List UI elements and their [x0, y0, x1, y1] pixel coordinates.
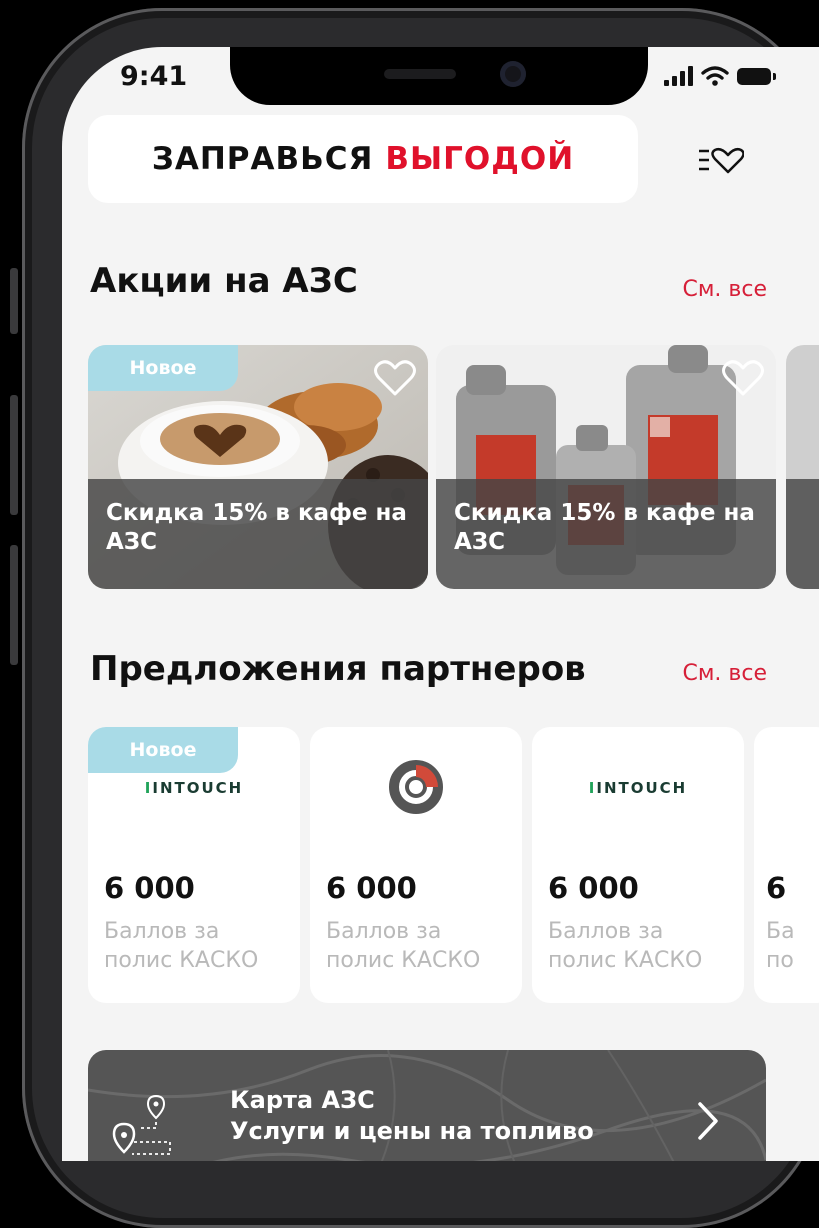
partner-card[interactable]: IINTOUCH 6 000 Баллов за полис КАСКО — [532, 727, 744, 1003]
partners-see-all-link[interactable]: См. все — [682, 661, 767, 686]
partner-card[interactable]: 6 000 Баллов за полис КАСКО — [310, 727, 522, 1003]
front-camera — [500, 61, 526, 87]
promotions-see-all-link[interactable]: См. все — [682, 277, 767, 302]
status-time: 9:41 — [120, 61, 188, 92]
partner-points: 6 — [766, 871, 787, 905]
partner-points: 6 000 — [326, 871, 417, 905]
partner-card-partial[interactable]: 6 Ба по — [754, 727, 819, 1003]
promo-caption: Скидка 15% в кафе на АЗС — [88, 479, 428, 589]
heart-icon[interactable] — [374, 359, 416, 397]
promo-caption-text: Скидка 15% в кафе на АЗС — [454, 500, 755, 555]
wifi-icon — [701, 66, 729, 86]
promo-caption: Скидка 15% в кафе на АЗС — [436, 479, 776, 589]
heart-icon[interactable] — [722, 359, 764, 397]
side-button-volume-up — [10, 395, 18, 515]
map-banner-subtitle: Услуги и цены на топливо — [230, 1117, 594, 1145]
map-banner[interactable]: Карта АЗС Услуги и цены на топливо — [88, 1050, 766, 1161]
logo-part-2: ВЫГОДОЙ — [385, 141, 575, 177]
partner-description: Баллов за полис КАСКО — [548, 919, 703, 973]
partner-ring-logo — [389, 760, 443, 814]
chevron-right-icon — [698, 1102, 718, 1140]
status-icons — [664, 65, 776, 87]
side-button-mute — [10, 268, 18, 334]
promo-card-motor-oil[interactable]: Скидка 15% в кафе на АЗС — [436, 345, 776, 589]
partners-title: Предложения партнеров — [90, 649, 586, 689]
promotions-title: Акции на АЗС — [90, 261, 358, 301]
intouch-logo: IINTOUCH — [588, 779, 688, 797]
notch — [230, 47, 648, 105]
app-screen: 9:41 ЗАПРАВЬСЯ ВЫГОДОЙ Акции на АЗС См. в… — [62, 47, 819, 1161]
earpiece-speaker — [384, 69, 456, 79]
promo-card-coffee[interactable]: Новое Скидка 15% в кафе на АЗС — [88, 345, 428, 589]
partner-card[interactable]: Новое IINTOUCH 6 000 Баллов за полис КАС… — [88, 727, 300, 1003]
side-button-volume-down — [10, 545, 18, 665]
partner-points: 6 000 — [548, 871, 639, 905]
favorites-list-icon[interactable] — [698, 147, 744, 175]
app-logo: ЗАПРАВЬСЯ ВЫГОДОЙ — [152, 141, 574, 177]
map-banner-title: Карта АЗС — [230, 1086, 375, 1114]
intouch-logo: IINTOUCH — [144, 779, 244, 797]
new-badge: Новое — [88, 345, 238, 391]
promo-caption-text: Скидка 15% в кафе на АЗС — [106, 500, 407, 555]
battery-icon — [737, 67, 776, 85]
cellular-signal-icon — [664, 66, 693, 86]
header-logo-card: ЗАПРАВЬСЯ ВЫГОДОЙ — [88, 115, 638, 203]
new-badge: Новое — [88, 727, 238, 773]
promo-caption — [786, 479, 819, 589]
partner-description: Ба по — [766, 919, 795, 973]
partner-points: 6 000 — [104, 871, 195, 905]
logo-part-1: ЗАПРАВЬСЯ — [151, 141, 374, 177]
partner-description: Баллов за полис КАСКО — [326, 919, 481, 973]
route-pin-icon — [112, 1094, 171, 1155]
promo-card-partial[interactable] — [786, 345, 819, 589]
partner-description: Баллов за полис КАСКО — [104, 919, 259, 973]
